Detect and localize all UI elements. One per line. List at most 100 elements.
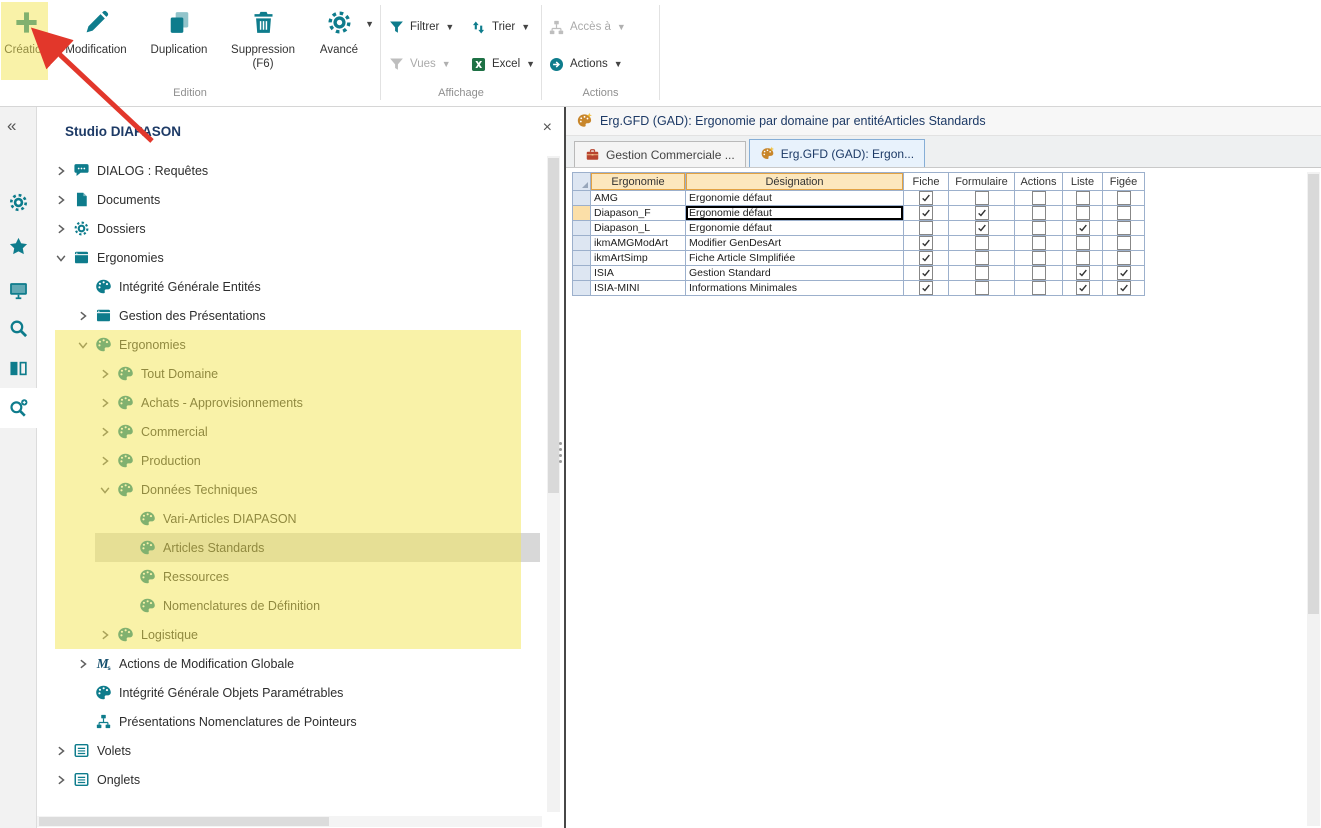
excel-button[interactable]: Excel ▼ [470,52,535,76]
cell-designation[interactable]: Gestion Standard [686,266,904,281]
checkbox-actions-unchecked[interactable] [1032,191,1046,205]
cell-formulaire[interactable] [949,221,1015,236]
table-corner-cell[interactable] [573,173,591,191]
tree-item-tout-domaine[interactable]: Tout Domaine [37,359,540,388]
cell-actions[interactable] [1015,191,1063,206]
cell-figee[interactable] [1103,191,1145,206]
cell-liste[interactable] [1063,191,1103,206]
acces-a-button[interactable]: Accès à ▼ [548,15,626,39]
column-header-actions[interactable]: Actions [1015,173,1063,191]
checkbox-liste-unchecked[interactable] [1076,236,1090,250]
cell-ergonomie[interactable]: ikmArtSimp [591,251,686,266]
sidebar-favorites-button[interactable] [0,226,37,266]
cell-formulaire[interactable] [949,251,1015,266]
chevron-right-icon[interactable] [97,366,113,382]
duplication-button[interactable]: Duplication [140,3,218,85]
checkbox-actions-unchecked[interactable] [1032,221,1046,235]
cell-actions[interactable] [1015,236,1063,251]
cell-ergonomie[interactable]: ISIA-MINI [591,281,686,296]
main-vertical-scrollbar[interactable] [1307,172,1320,826]
cell-designation[interactable]: Fiche Article SImplifiée [686,251,904,266]
cell-figee[interactable] [1103,236,1145,251]
tree-item-integrite-generale-entites[interactable]: Intégrité Générale Entités [37,272,540,301]
checkbox-liste-checked[interactable] [1076,281,1090,295]
checkbox-figee-checked[interactable] [1117,266,1131,280]
checkbox-liste-unchecked[interactable] [1076,251,1090,265]
creation-button[interactable]: Création [2,3,50,85]
cell-ergonomie[interactable]: AMG [591,191,686,206]
cell-formulaire[interactable] [949,191,1015,206]
chevron-right-icon[interactable] [75,656,91,672]
chevron-right-icon[interactable] [53,163,69,179]
tree-item-actions-de-modification-globale[interactable]: Actions de Modification Globale [37,649,540,678]
row-selector[interactable] [573,251,591,266]
cell-designation[interactable]: Ergonomie défaut [686,221,904,236]
row-selector[interactable] [573,266,591,281]
row-selector[interactable] [573,206,591,221]
checkbox-formulaire-unchecked[interactable] [975,236,989,250]
cell-figee[interactable] [1103,281,1145,296]
checkbox-formulaire-unchecked[interactable] [975,251,989,265]
tree-item-volets[interactable]: Volets [37,736,540,765]
row-selector[interactable] [573,236,591,251]
checkbox-figee-unchecked[interactable] [1117,236,1131,250]
checkbox-figee-unchecked[interactable] [1117,191,1131,205]
cell-liste[interactable] [1063,266,1103,281]
tree-item-achats-approvisionnements[interactable]: Achats - Approvisionnements [37,388,540,417]
checkbox-actions-unchecked[interactable] [1032,266,1046,280]
cell-ergonomie[interactable]: Diapason_L [591,221,686,236]
cell-fiche[interactable] [904,221,949,236]
chevron-right-icon[interactable] [53,743,69,759]
checkbox-liste-unchecked[interactable] [1076,191,1090,205]
checkbox-fiche-checked[interactable] [919,266,933,280]
actions-button[interactable]: Actions ▼ [548,52,623,76]
cell-figee[interactable] [1103,251,1145,266]
scrollbar-thumb[interactable] [39,817,329,826]
cell-figee[interactable] [1103,206,1145,221]
checkbox-liste-unchecked[interactable] [1076,206,1090,220]
close-panel-button[interactable]: × [543,120,552,136]
cell-formulaire[interactable] [949,266,1015,281]
scrollbar-thumb[interactable] [548,158,559,493]
cell-figee[interactable] [1103,221,1145,236]
sidebar-layout-button[interactable] [0,348,37,388]
cell-liste[interactable] [1063,206,1103,221]
cell-fiche[interactable] [904,206,949,221]
cell-actions[interactable] [1015,221,1063,236]
cell-fiche[interactable] [904,191,949,206]
cell-liste[interactable] [1063,236,1103,251]
chevron-down-icon[interactable] [97,482,113,498]
tree-item-ergonomies[interactable]: Ergonomies [37,243,540,272]
sidebar-settings-button[interactable] [0,182,37,222]
cell-formulaire[interactable] [949,206,1015,221]
checkbox-liste-checked[interactable] [1076,221,1090,235]
chevron-right-icon[interactable] [53,221,69,237]
column-header-designation[interactable]: Désignation [686,173,904,191]
tree-item-production[interactable]: Production [37,446,540,475]
checkbox-actions-unchecked[interactable] [1032,251,1046,265]
vues-button[interactable]: Vues ▼ [388,52,451,76]
chevron-down-icon[interactable] [53,250,69,266]
cell-ergonomie[interactable]: Diapason_F [591,206,686,221]
sidebar-desktop-button[interactable] [0,270,37,310]
panel-splitter-handle[interactable] [559,442,562,463]
filtrer-button[interactable]: Filtrer ▼ [388,15,454,39]
sidebar-advanced-search-button[interactable] [0,388,37,428]
chevron-right-icon[interactable] [75,308,91,324]
checkbox-figee-checked[interactable] [1117,281,1131,295]
cell-designation[interactable]: Ergonomie défaut [686,191,904,206]
cell-designation[interactable]: Ergonomie défaut [686,206,904,221]
cell-fiche[interactable] [904,266,949,281]
chevron-right-icon[interactable] [97,627,113,643]
checkbox-actions-unchecked[interactable] [1032,281,1046,295]
cell-fiche[interactable] [904,281,949,296]
checkbox-formulaire-checked[interactable] [975,221,989,235]
avance-button[interactable]: Avancé ▼ [308,3,370,85]
cell-liste[interactable] [1063,221,1103,236]
cell-designation[interactable]: Modifier GenDesArt [686,236,904,251]
checkbox-fiche-unchecked[interactable] [919,221,933,235]
tree-item-nomenclatures-de-definition[interactable]: Nomenclatures de Définition [37,591,540,620]
tree-item-documents[interactable]: Documents [37,185,540,214]
checkbox-figee-unchecked[interactable] [1117,206,1131,220]
tree-horizontal-scrollbar[interactable] [37,816,542,827]
